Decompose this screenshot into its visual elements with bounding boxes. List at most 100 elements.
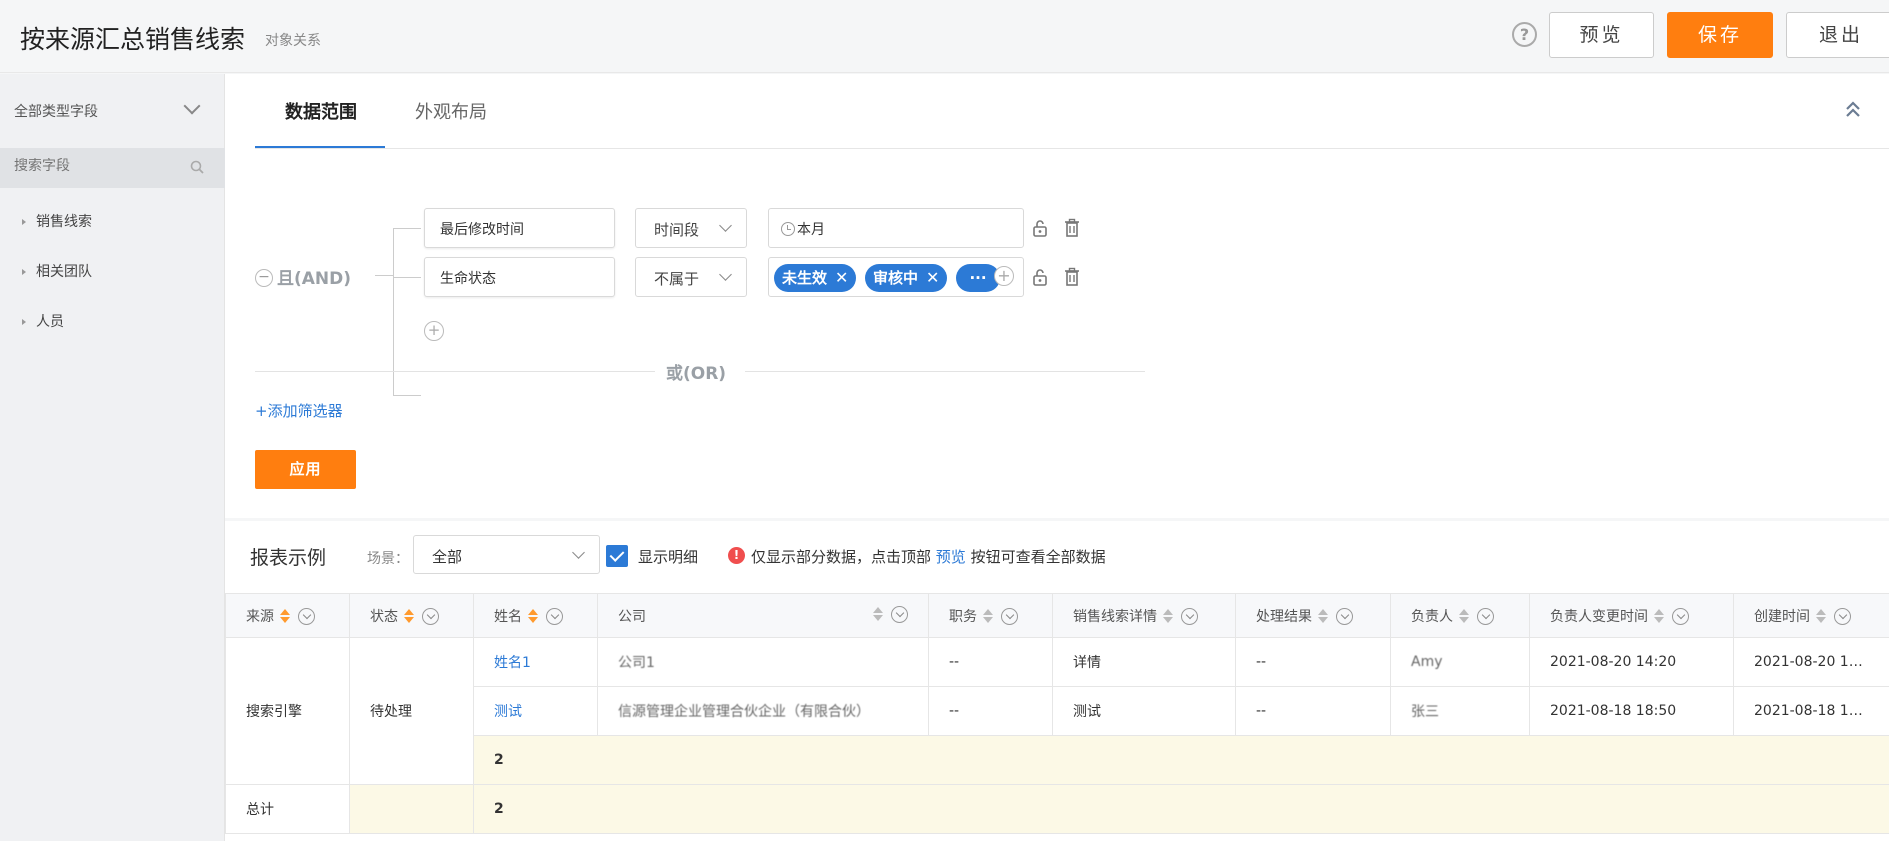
tab-appearance[interactable]: 外观布局 bbox=[415, 98, 487, 124]
column-header-owner[interactable]: 负责人 bbox=[1390, 593, 1530, 638]
column-menu-icon[interactable] bbox=[1672, 607, 1689, 625]
page-title: 按来源汇总销售线索 bbox=[20, 25, 246, 54]
value-text: 本月 bbox=[797, 222, 825, 238]
report-preview: 报表示例 场景： 全部 显示明细 ! 仅显示部分数据，点击顶部 预览 按钮可查看… bbox=[225, 521, 1889, 841]
scene-select[interactable]: 全部 bbox=[413, 535, 600, 574]
total-cell: 2 bbox=[473, 784, 1889, 834]
column-menu-icon[interactable] bbox=[1477, 607, 1494, 625]
exit-button[interactable]: 退出 bbox=[1786, 12, 1889, 58]
or-operator-label[interactable]: 或(OR) bbox=[666, 359, 726, 384]
column-header-detail[interactable]: 销售线索详情 bbox=[1052, 593, 1236, 638]
sidebar-item-label: 相关团队 bbox=[36, 264, 92, 280]
column-menu-icon[interactable] bbox=[1336, 607, 1353, 625]
column-header-result[interactable]: 处理结果 bbox=[1235, 593, 1391, 638]
operator-label: 时间段 bbox=[654, 221, 700, 239]
title-cell: -- bbox=[928, 637, 1053, 687]
sort-icon[interactable] bbox=[1163, 608, 1173, 623]
field-type-filter[interactable]: 全部类型字段 bbox=[14, 101, 98, 121]
filter-operator-2[interactable]: 不属于 bbox=[635, 257, 747, 297]
close-icon[interactable]: ✕ bbox=[835, 268, 848, 287]
chevron-down-icon bbox=[719, 219, 732, 232]
notice-preview-link[interactable]: 预览 bbox=[936, 548, 966, 566]
tab-divider bbox=[255, 148, 1889, 149]
column-label: 销售线索详情 bbox=[1073, 608, 1157, 625]
help-icon[interactable]: ? bbox=[1512, 22, 1537, 47]
total-empty-cell bbox=[349, 784, 474, 834]
sidebar-item-team[interactable]: 相关团队 bbox=[22, 261, 92, 281]
column-label: 状态 bbox=[370, 608, 398, 625]
tab-data-range[interactable]: 数据范围 bbox=[285, 98, 357, 124]
add-value-icon[interactable]: + bbox=[994, 266, 1014, 286]
column-header-owner-changed[interactable]: 负责人变更时间 bbox=[1529, 593, 1734, 638]
filter-operator-1[interactable]: 时间段 bbox=[635, 208, 747, 248]
created-cell: 2021-08-20 14... bbox=[1733, 637, 1889, 687]
column-menu-icon[interactable] bbox=[422, 607, 439, 625]
value-tag[interactable]: 未生效 ✕ bbox=[774, 264, 857, 292]
sort-icon[interactable] bbox=[528, 608, 538, 623]
table-row: 测试 信源管理企业管理合伙企业（有限合伙） -- 测试 -- 张三 2021-0… bbox=[226, 686, 1889, 736]
show-detail-checkbox[interactable] bbox=[606, 545, 628, 567]
chevron-down-icon bbox=[719, 268, 732, 281]
column-header-title[interactable]: 职务 bbox=[928, 593, 1053, 638]
total-label-cell: 总计 bbox=[225, 784, 350, 834]
field-search-input[interactable] bbox=[14, 158, 174, 174]
apply-button[interactable]: 应用 bbox=[255, 450, 356, 489]
value-tag[interactable]: 审核中 ✕ bbox=[865, 264, 948, 292]
column-header-name[interactable]: 姓名 bbox=[473, 593, 598, 638]
result-cell: -- bbox=[1235, 637, 1391, 687]
group-operator-label[interactable]: 且(AND) bbox=[277, 264, 351, 289]
show-detail-label[interactable]: 显示明细 bbox=[638, 546, 698, 567]
column-menu-icon[interactable] bbox=[1181, 607, 1198, 625]
notice-text: 按钮可查看全部数据 bbox=[970, 548, 1106, 566]
column-menu-icon[interactable] bbox=[546, 607, 563, 625]
sidebar-item-leads[interactable]: 销售线索 bbox=[22, 211, 92, 231]
filter-field-1[interactable]: 最后修改时间 bbox=[424, 208, 615, 248]
sort-icon[interactable] bbox=[1459, 608, 1469, 623]
sort-icon[interactable] bbox=[404, 608, 414, 623]
chevron-down-icon bbox=[572, 546, 585, 559]
trash-icon[interactable] bbox=[1063, 267, 1081, 287]
sort-icon[interactable] bbox=[280, 608, 290, 623]
sort-icon[interactable] bbox=[1654, 608, 1664, 623]
column-header-company[interactable]: 公司 bbox=[597, 593, 929, 638]
unlock-icon[interactable] bbox=[1031, 267, 1049, 287]
column-menu-icon[interactable] bbox=[1834, 607, 1851, 625]
sort-icon[interactable] bbox=[1816, 608, 1826, 623]
filter-field-2[interactable]: 生命状态 bbox=[424, 257, 615, 297]
bracket-connector bbox=[375, 275, 393, 276]
sort-icon[interactable] bbox=[1318, 608, 1328, 623]
save-button[interactable]: 保存 bbox=[1667, 12, 1773, 58]
column-header-source[interactable]: 来源 bbox=[225, 593, 350, 638]
add-filter-link[interactable]: +添加筛选器 bbox=[255, 400, 343, 421]
partial-data-notice: 仅显示部分数据，点击顶部 预览 按钮可查看全部数据 bbox=[751, 546, 1106, 567]
column-header-status[interactable]: 状态 bbox=[349, 593, 474, 638]
scene-value: 全部 bbox=[432, 548, 463, 566]
detail-cell: 详情 bbox=[1052, 637, 1236, 687]
active-tab-indicator bbox=[255, 146, 385, 148]
name-link[interactable]: 姓名1 bbox=[473, 637, 598, 687]
collapse-up-icon[interactable] bbox=[1845, 100, 1861, 120]
unlock-icon[interactable] bbox=[1031, 218, 1049, 238]
remove-group-icon[interactable]: − bbox=[255, 269, 273, 287]
column-menu-icon[interactable] bbox=[1001, 607, 1018, 625]
sort-icon[interactable] bbox=[983, 608, 993, 623]
column-menu-icon[interactable] bbox=[298, 607, 315, 625]
field-search-box bbox=[0, 148, 225, 188]
chevron-down-icon[interactable] bbox=[183, 97, 201, 115]
close-icon[interactable]: ✕ bbox=[926, 268, 939, 287]
sidebar-item-people[interactable]: 人员 bbox=[22, 311, 64, 331]
sort-icon[interactable] bbox=[873, 606, 883, 621]
filter-value-2[interactable]: 未生效 ✕ 审核中 ✕ ··· + bbox=[768, 257, 1024, 297]
bracket-connector bbox=[393, 277, 421, 278]
column-label: 公司 bbox=[618, 608, 646, 625]
preview-button[interactable]: 预览 bbox=[1549, 12, 1654, 58]
filter-value-1[interactable]: 本月 bbox=[768, 208, 1024, 248]
column-menu-icon[interactable] bbox=[891, 605, 908, 623]
search-icon[interactable] bbox=[190, 160, 204, 174]
add-condition-icon[interactable]: + bbox=[424, 321, 444, 341]
column-header-created[interactable]: 创建时间 bbox=[1733, 593, 1889, 638]
name-link[interactable]: 测试 bbox=[473, 686, 598, 736]
subtotal-cell: 2 bbox=[473, 735, 1889, 785]
sidebar-item-label: 人员 bbox=[36, 314, 64, 330]
trash-icon[interactable] bbox=[1063, 218, 1081, 238]
